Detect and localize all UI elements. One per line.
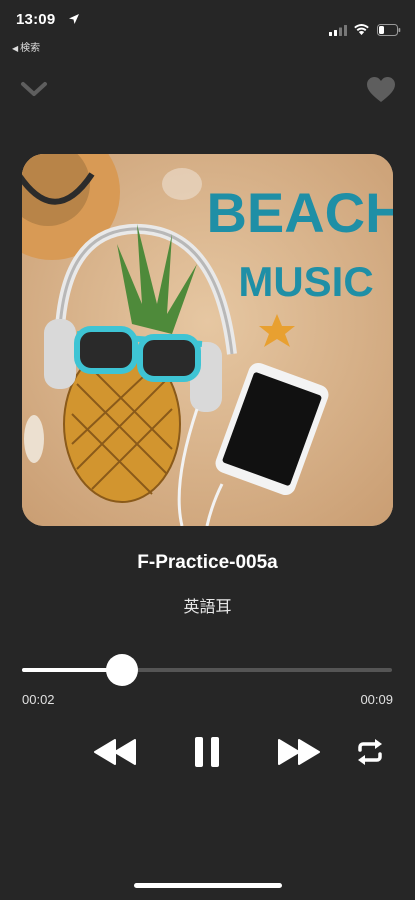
- pause-icon[interactable]: [194, 736, 220, 768]
- back-app-label: 検索: [20, 43, 41, 54]
- artist-name: 英語耳: [183, 599, 232, 616]
- playback-controls: [0, 732, 415, 772]
- heart-icon[interactable]: [366, 76, 396, 104]
- album-artwork: BEACH MUSIC: [22, 154, 393, 526]
- location-arrow-icon: [69, 14, 79, 24]
- cellular-signal-icon: [329, 25, 347, 36]
- progress-thumb[interactable]: [105, 654, 138, 686]
- home-indicator: [134, 883, 282, 888]
- player-top-controls: [0, 74, 415, 106]
- elapsed-time: 00:02: [22, 692, 55, 707]
- chevron-down-icon[interactable]: [20, 78, 48, 100]
- battery-icon: [377, 24, 401, 36]
- artwork-title-line1: BEACH: [206, 181, 393, 244]
- back-to-app-link[interactable]: ◀ 検索: [12, 39, 40, 54]
- track-title: F-Practice-005a: [137, 552, 278, 573]
- wifi-icon: [354, 24, 369, 35]
- total-time: 00:09: [360, 692, 393, 707]
- status-time: 13:09: [16, 11, 56, 28]
- back-triangle-icon: ◀: [12, 44, 19, 53]
- repeat-icon[interactable]: [355, 738, 385, 766]
- rewind-icon[interactable]: [93, 738, 137, 766]
- status-bar: 13:09 ◀ 検索: [0, 0, 415, 56]
- fast-forward-icon[interactable]: [277, 738, 321, 766]
- progress-slider[interactable]: [22, 654, 392, 686]
- artwork-title-line2: MUSIC: [238, 258, 373, 305]
